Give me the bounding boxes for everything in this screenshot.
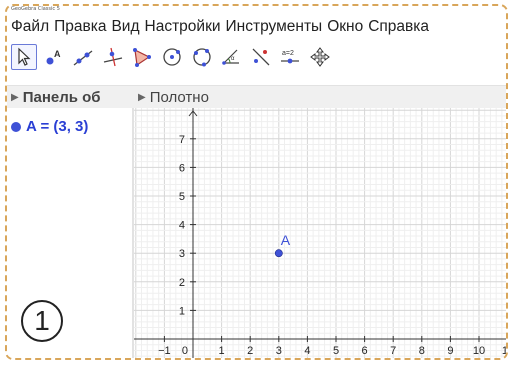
y-tick-label: 2 [179,277,185,289]
menu-bar: Файл Правка Вид Настройки Инструменты Ок… [7,15,506,39]
x-tick-label: 5 [333,345,339,357]
algebra-view-title: Панель об [22,88,101,106]
y-tick-label: 6 [179,162,185,174]
svg-text:A: A [54,49,61,59]
x-tick-label: 4 [304,345,310,357]
menu-edit[interactable]: Правка [49,18,106,36]
y-tick-label: 7 [179,134,185,146]
point-tool-icon[interactable]: A [41,44,67,70]
menu-window[interactable]: Окно [322,18,363,36]
move-graphics-view-tool-icon[interactable] [307,44,333,70]
y-tick-label: 5 [179,191,185,203]
svg-text:a=2: a=2 [282,50,294,57]
circle-three-points-tool-icon[interactable] [189,44,215,70]
view-header-bar: ▶ Панель об ▶ Полотно [7,85,506,109]
menu-tools[interactable]: Инструменты [221,18,323,36]
x-tick-label: −1 [158,345,171,357]
perpendicular-line-tool-icon[interactable] [100,44,126,70]
step-number-badge: 1 [21,300,63,342]
algebra-object-row[interactable]: A = (3, 3) [11,118,88,135]
y-tick-label: 4 [179,220,185,232]
line-tool-icon[interactable] [70,44,96,70]
move-tool-icon[interactable] [11,44,37,70]
menu-help[interactable]: Справка [363,18,429,36]
svg-text:α: α [231,56,235,62]
x-tick-label: 6 [362,345,368,357]
toolbar: A α a=2 [11,42,337,72]
visibility-dot-icon[interactable] [11,121,21,132]
menu-file[interactable]: Файл [7,18,49,36]
graphics-canvas[interactable]: −1012345678910117654321−1A [134,108,508,360]
slider-tool-icon[interactable]: a=2 [277,44,303,70]
collapse-triangle-icon[interactable]: ▶ [138,92,146,103]
window-title: GeoGebra Classic 5 [11,6,60,12]
y-tick-label: 1 [179,305,185,317]
algebra-view-header[interactable]: ▶ Панель об [7,86,131,108]
menu-settings[interactable]: Настройки [140,18,221,36]
x-tick-label: 2 [247,345,253,357]
app-window: GeoGebra Classic 5 Файл Правка Вид Настр… [5,4,508,360]
x-tick-label: 11 [502,345,508,357]
polygon-tool-icon[interactable] [129,44,155,70]
x-tick-label: 8 [419,345,425,357]
x-tick-label: 7 [390,345,396,357]
menu-view[interactable]: Вид [106,18,139,36]
point-A-marker[interactable] [274,249,283,258]
circle-center-point-tool-icon[interactable] [159,44,185,70]
graphics-view[interactable]: −1012345678910117654321−1A [134,108,508,360]
x-tick-label: 10 [473,345,485,357]
point-A-label: A [281,232,291,248]
x-tick-label: 3 [276,345,282,357]
x-tick-label: 0 [182,345,188,357]
algebra-object-label: A = (3, 3) [26,118,89,135]
angle-tool-icon[interactable]: α [218,44,244,70]
x-tick-label: 1 [219,345,225,357]
reflect-tool-icon[interactable] [248,44,274,70]
collapse-triangle-icon[interactable]: ▶ [11,92,19,103]
graphics-view-header[interactable]: ▶ Полотно [134,86,209,108]
graphics-view-title: Полотно [149,88,209,106]
x-tick-label: 9 [447,345,453,357]
y-tick-label: 3 [179,248,185,260]
